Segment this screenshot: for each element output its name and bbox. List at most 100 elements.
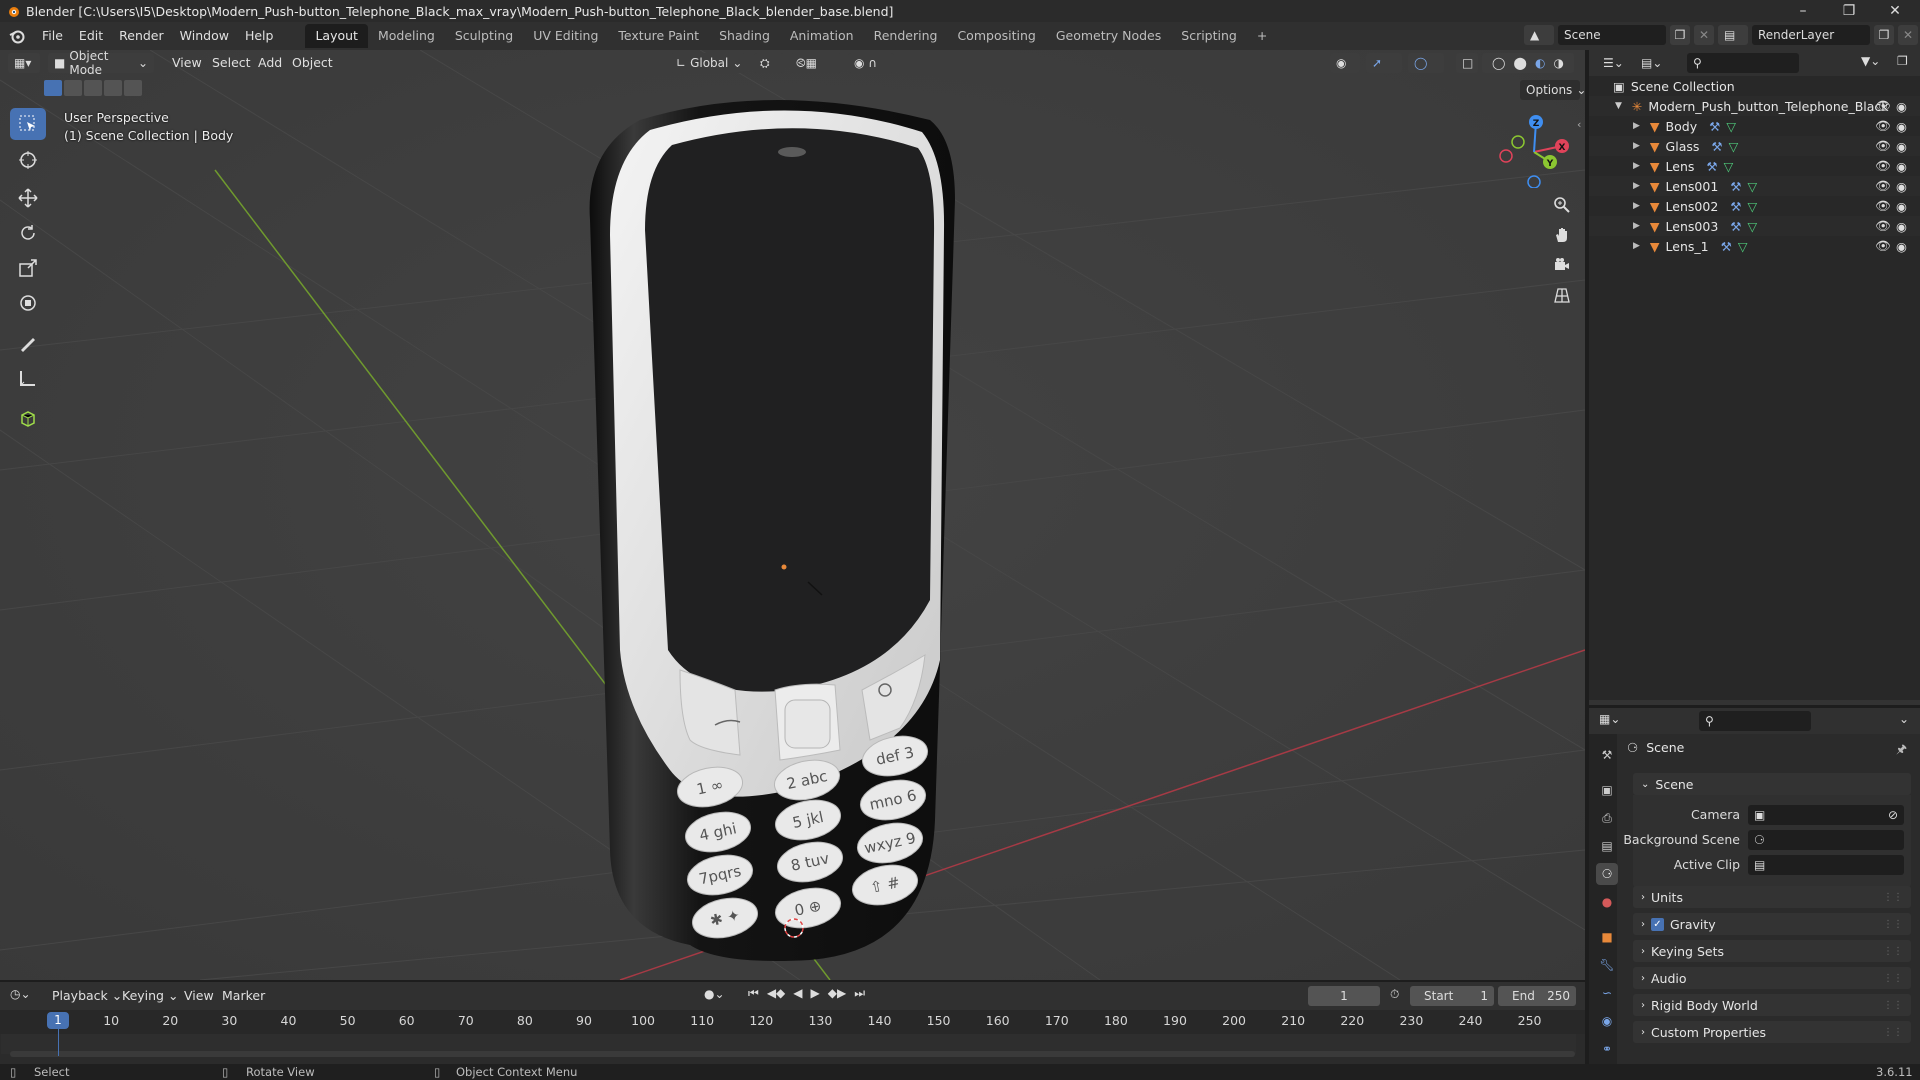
outliner-collection-row[interactable]: ▼ ✳ Modern_Push_button_Telephone_Black 👁… — [1589, 96, 1920, 116]
render-camera-icon[interactable]: ◉ — [1896, 239, 1907, 254]
annotate-tool-icon[interactable] — [10, 327, 46, 359]
zoom-icon[interactable] — [1548, 191, 1576, 219]
visibility-icon[interactable]: ◉ — [1330, 53, 1360, 73]
playhead-frame-indicator[interactable]: 1 — [47, 1012, 69, 1029]
render-camera-icon[interactable]: ◉ — [1896, 179, 1907, 194]
mesh-data-icon[interactable]: ▽ — [1748, 219, 1758, 234]
mesh-data-icon[interactable]: ▽ — [1724, 159, 1734, 174]
render-camera-icon[interactable]: ◉ — [1896, 139, 1907, 154]
minimize-button[interactable]: – — [1780, 0, 1826, 22]
scene-browse-icon[interactable]: ▲ — [1524, 25, 1554, 45]
outliner-object-row[interactable]: ▶ ▼ Lens003 ⚒ ▽ 👁︎ ◉ — [1589, 216, 1920, 236]
eyedropper-icon[interactable]: ⊘ — [1888, 808, 1898, 822]
stopwatch-icon[interactable]: ⏱︎ — [1390, 987, 1399, 1002]
physics-tab-icon[interactable]: ◉ — [1596, 1010, 1618, 1032]
viewport-menu-view[interactable]: View — [164, 52, 210, 74]
tab-shading[interactable]: Shading — [709, 24, 780, 48]
tab-animation[interactable]: Animation — [780, 24, 864, 48]
modifier-wrench-icon[interactable]: ⚒ — [1730, 199, 1741, 214]
outliner-scene-collection[interactable]: ▣ Scene Collection — [1589, 76, 1920, 96]
viewlayer-browse-icon[interactable]: ▤ — [1718, 25, 1748, 45]
overlays-toggle-icon[interactable]: ◯ — [1408, 53, 1444, 73]
panel-audio[interactable]: › Audio ⋮⋮ — [1633, 967, 1911, 989]
modifier-wrench-icon[interactable]: ⚒ — [1706, 159, 1717, 174]
pan-hand-icon[interactable] — [1548, 221, 1576, 249]
start-frame-field[interactable]: Start 1 — [1410, 986, 1494, 1006]
modifier-wrench-icon[interactable]: ⚒ — [1709, 119, 1720, 134]
filter-icon[interactable]: ▼⌄ — [1861, 54, 1880, 68]
view-layer-tab-icon[interactable]: ▤ — [1596, 835, 1618, 857]
options-dropdown[interactable]: Options ⌄ — [1520, 80, 1586, 100]
scene-tab-icon[interactable]: ⚆ — [1596, 863, 1618, 885]
pivot-point-icon[interactable]: ⛭ — [754, 53, 784, 73]
pin-icon[interactable]: 🖈︎ — [1896, 740, 1907, 761]
visibility-eye-icon[interactable]: 👁︎ — [1875, 158, 1891, 174]
menu-edit[interactable]: Edit — [71, 25, 111, 47]
active-clip-field[interactable]: ▤ — [1748, 855, 1904, 875]
menu-window[interactable]: Window — [172, 25, 237, 47]
drag-handle-icon[interactable]: ⋮⋮ — [1883, 1000, 1903, 1011]
menu-render[interactable]: Render — [111, 25, 172, 47]
mesh-data-icon[interactable]: ▽ — [1748, 179, 1758, 194]
outliner-object-row[interactable]: ▶ ▼ Glass ⚒ ▽ 👁︎ ◉ — [1589, 136, 1920, 156]
editor-type-icon[interactable]: ▦▾ — [8, 53, 40, 73]
outliner-object-row[interactable]: ▶ ▼ Lens001 ⚒ ▽ 👁︎ ◉ — [1589, 176, 1920, 196]
output-tab-icon[interactable]: ⎙ — [1596, 807, 1618, 829]
tab-layout[interactable]: Layout — [305, 24, 368, 48]
select-extend-icon[interactable] — [64, 80, 82, 96]
visibility-eye-icon[interactable]: 👁︎ — [1875, 138, 1891, 154]
modifier-tab-icon[interactable]: 🔧︎ — [1596, 954, 1618, 976]
play-reverse-icon[interactable]: ◀ — [793, 986, 802, 1001]
viewport-menu-object[interactable]: Object — [284, 52, 341, 74]
expand-arrow-icon[interactable]: ▶ — [1633, 141, 1640, 151]
tab-sculpting[interactable]: Sculpting — [445, 24, 523, 48]
expand-arrow-icon[interactable]: ▶ — [1633, 161, 1640, 171]
drag-handle-icon[interactable]: ⋮⋮ — [1883, 919, 1903, 930]
panel-units[interactable]: › Units ⋮⋮ — [1633, 886, 1911, 908]
scene-panel-header[interactable]: ⌄ Scene — [1633, 773, 1911, 795]
add-workspace-button[interactable]: + — [1247, 24, 1277, 48]
tab-scripting[interactable]: Scripting — [1171, 24, 1247, 48]
tab-texture-paint[interactable]: Texture Paint — [608, 24, 709, 48]
sidebar-toggle-icon[interactable]: ‹ — [1577, 118, 1581, 131]
render-camera-icon[interactable]: ◉ — [1896, 159, 1907, 174]
mesh-data-icon[interactable]: ▽ — [1738, 239, 1748, 254]
scene-name-field[interactable]: Scene — [1558, 25, 1666, 45]
jump-start-icon[interactable]: ⏮︎ — [748, 986, 759, 1001]
viewlayer-name-field[interactable]: RenderLayer — [1752, 25, 1870, 45]
play-icon[interactable]: ▶ — [811, 986, 820, 1001]
timeline-menu-marker[interactable]: Marker — [214, 985, 273, 1007]
modifier-wrench-icon[interactable]: ⚒ — [1730, 179, 1741, 194]
visibility-eye-icon[interactable]: 👁︎ — [1875, 178, 1891, 194]
constraints-tab-icon[interactable]: ⚭ — [1596, 1038, 1618, 1060]
outliner-object-row[interactable]: ▶ ▼ Body ⚒ ▽ 👁︎ ◉ — [1589, 116, 1920, 136]
rotate-tool-icon[interactable] — [10, 217, 46, 249]
tool-tab-icon[interactable]: ⚒ — [1596, 744, 1618, 766]
snap-toggle-icon[interactable]: ⧀▦ — [790, 53, 842, 73]
timeline-scrollbar[interactable] — [10, 1051, 1575, 1057]
panel-custom-properties[interactable]: › Custom Properties ⋮⋮ — [1633, 1021, 1911, 1043]
outliner-object-row[interactable]: ▶ ▼ Lens ⚒ ▽ 👁︎ ◉ — [1589, 156, 1920, 176]
select-new-icon[interactable] — [44, 80, 62, 96]
expand-arrow-icon[interactable]: ▶ — [1633, 201, 1640, 211]
tab-geometry-nodes[interactable]: Geometry Nodes — [1046, 24, 1171, 48]
render-camera-icon[interactable]: ◉ — [1896, 99, 1907, 114]
modifier-wrench-icon[interactable]: ⚒ — [1711, 139, 1722, 154]
properties-options-icon[interactable]: ⌄ — [1899, 712, 1909, 726]
auto-keying-icon[interactable]: ●⌄ — [704, 987, 725, 1001]
properties-search-input[interactable]: ⚲ — [1699, 711, 1811, 731]
mesh-data-icon[interactable]: ▽ — [1726, 119, 1736, 134]
tab-modeling[interactable]: Modeling — [368, 24, 445, 48]
tab-rendering[interactable]: Rendering — [864, 24, 948, 48]
jump-end-icon[interactable]: ⏭︎ — [854, 986, 865, 1001]
tab-compositing[interactable]: Compositing — [947, 24, 1045, 48]
expand-arrow-icon[interactable]: ▶ — [1633, 121, 1640, 131]
next-keyframe-icon[interactable]: ◆▶ — [828, 986, 846, 1001]
drag-handle-icon[interactable]: ⋮⋮ — [1883, 973, 1903, 984]
outliner-search-input[interactable]: ⚲ — [1687, 53, 1799, 73]
mesh-data-icon[interactable]: ▽ — [1729, 139, 1739, 154]
menu-help[interactable]: Help — [237, 25, 282, 47]
xray-toggle-icon[interactable]: □ — [1456, 53, 1478, 73]
tab-uv-editing[interactable]: UV Editing — [523, 24, 608, 48]
visibility-eye-icon[interactable]: 👁︎ — [1875, 218, 1891, 234]
